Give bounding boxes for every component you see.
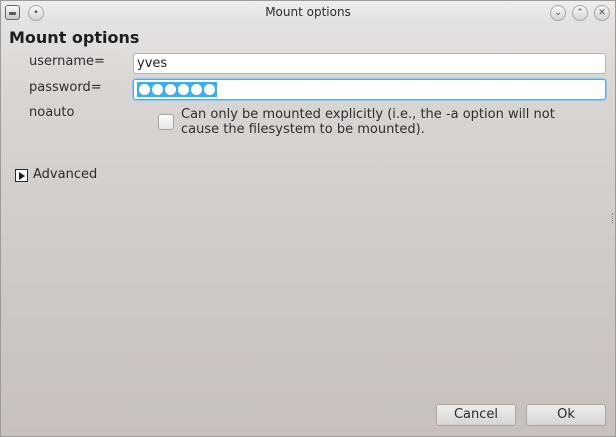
username-field[interactable]: yves	[133, 53, 606, 74]
password-label: password=	[29, 80, 102, 95]
password-dot	[152, 84, 163, 95]
minimize-icon[interactable]: ⌄	[550, 5, 566, 21]
password-dot	[204, 84, 215, 95]
resize-grip[interactable]	[612, 213, 614, 223]
password-field[interactable]	[133, 79, 606, 100]
noauto-description-line-2: cause the filesystem to be mounted).	[181, 122, 425, 137]
password-dot	[165, 84, 176, 95]
maximize-icon[interactable]: ⌃	[572, 5, 588, 21]
page-title: Mount options	[9, 28, 140, 47]
expand-arrow-icon[interactable]	[15, 169, 28, 182]
noauto-checkbox[interactable]	[158, 114, 174, 130]
noauto-description-line-1: Can only be mounted explicitly (i.e., th…	[181, 107, 555, 122]
title-bar[interactable]: • Mount options ⌄ ⌃ ✕	[1, 1, 615, 25]
close-icon[interactable]: ✕	[594, 5, 610, 21]
password-dot	[139, 84, 150, 95]
noauto-description: Can only be mounted explicitly (i.e., th…	[181, 107, 561, 137]
password-dot	[178, 84, 189, 95]
password-mask	[137, 82, 217, 97]
mount-options-window: • Mount options ⌄ ⌃ ✕ Mount options user…	[0, 0, 616, 437]
ok-button[interactable]: Ok	[526, 404, 606, 426]
advanced-label[interactable]: Advanced	[33, 167, 97, 182]
username-label: username=	[29, 54, 105, 69]
noauto-label: noauto	[29, 105, 75, 120]
cancel-button[interactable]: Cancel	[436, 404, 516, 426]
window-title: Mount options	[265, 5, 351, 19]
password-dot	[191, 84, 202, 95]
